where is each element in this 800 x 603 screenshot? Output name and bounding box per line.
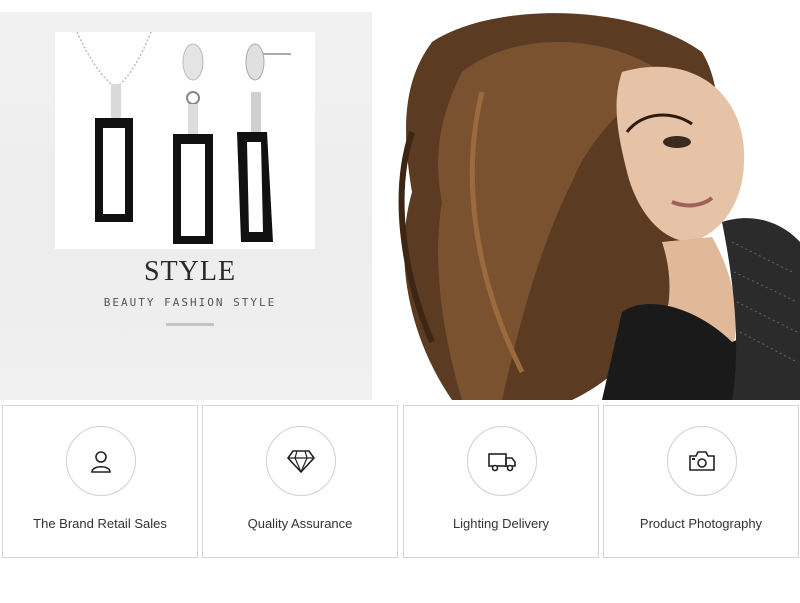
model-portrait-image: [372, 12, 800, 400]
hero-banner: STYLE BEAUTY FASHION STYLE: [0, 0, 800, 400]
user-icon: [91, 451, 111, 473]
feature-icon-circle: [467, 426, 537, 496]
feature-card-retail-sales: The Brand Retail Sales: [2, 405, 198, 558]
feature-label: Lighting Delivery: [452, 516, 550, 531]
feature-card-quality: Quality Assurance: [202, 405, 398, 558]
hero-subtitle: BEAUTY FASHION STYLE: [103, 296, 277, 309]
title-divider: [166, 323, 214, 326]
feature-label: Product Photography: [639, 516, 763, 531]
truck-icon: [488, 453, 516, 472]
feature-label: The Brand Retail Sales: [33, 516, 167, 531]
diamond-icon: [286, 450, 316, 474]
feature-card-delivery: Lighting Delivery: [403, 405, 599, 558]
camera-icon: [689, 451, 715, 471]
feature-icon-circle: [667, 426, 737, 496]
feature-card-photography: Product Photography: [603, 405, 799, 558]
feature-icon-circle: [66, 426, 136, 496]
feature-label: Quality Assurance: [247, 516, 353, 531]
hero-left-panel: STYLE BEAUTY FASHION STYLE: [0, 12, 372, 400]
hero-title: STYLE: [143, 256, 237, 287]
feature-icon-circle: [266, 426, 336, 496]
jewelry-product-image: [55, 32, 315, 249]
